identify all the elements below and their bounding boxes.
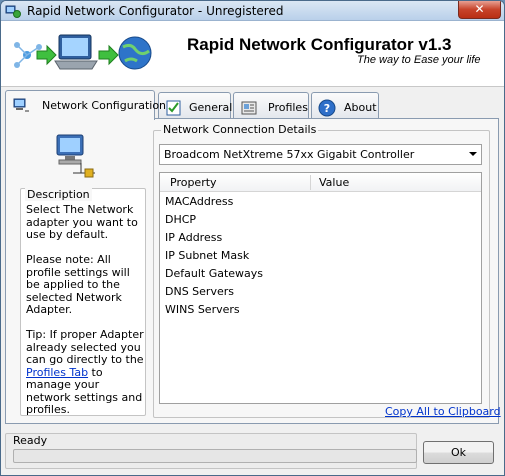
description-paragraph: Please note: All profile settings will b…: [26, 253, 130, 316]
profiles-tab-link[interactable]: Profiles Tab: [26, 366, 88, 379]
app-network-icon: [5, 5, 21, 18]
column-header-value[interactable]: Value: [319, 176, 349, 189]
help-icon: ?: [318, 99, 336, 117]
copy-all-link[interactable]: Copy All to Clipboard: [385, 405, 501, 418]
svg-text:?: ?: [324, 102, 330, 115]
column-separator[interactable]: [310, 175, 311, 190]
banner-subtitle: The way to Ease your life: [357, 54, 481, 66]
tab-general-label: General: [189, 101, 233, 114]
list-item[interactable]: IP Address: [165, 231, 222, 244]
network-adapter-icon: [13, 98, 29, 112]
ok-button[interactable]: Ok: [423, 441, 494, 464]
list-item[interactable]: MACAddress: [165, 195, 233, 208]
connection-details-legend: Network Connection Details: [161, 123, 319, 136]
tab-network-configuration[interactable]: Network Configuration: [5, 90, 166, 120]
properties-list[interactable]: Property Value MACAddress DHCP IP Addres…: [159, 172, 482, 404]
adapter-select[interactable]: Broadcom NetXtreme 57xx Gigabit Controll…: [159, 144, 482, 165]
list-item[interactable]: IP Subnet Mask: [165, 249, 249, 262]
column-header-property[interactable]: Property: [170, 176, 217, 189]
description-tip: Tip: If proper Adapter already selected …: [26, 328, 146, 417]
tab-profiles-label: Profiles: [268, 101, 308, 114]
description-legend: Description: [25, 188, 92, 201]
list-header: Property Value: [160, 173, 481, 192]
tip-text-before: Tip: If proper Adapter already selected …: [26, 328, 144, 366]
tab-profiles[interactable]: Profiles: [233, 92, 309, 120]
checklist-icon: [166, 100, 181, 116]
tab-about[interactable]: ? About: [311, 92, 379, 120]
close-button[interactable]: ✕: [458, 1, 501, 19]
adapter-selected-value: Broadcom NetXtreme 57xx Gigabit Controll…: [164, 148, 415, 161]
list-item[interactable]: Default Gateways: [165, 267, 263, 280]
list-item[interactable]: DHCP: [165, 213, 196, 226]
network-banner-icon: [14, 34, 152, 70]
profiles-icon: [241, 101, 257, 115]
status-text: Ready: [13, 434, 48, 447]
banner-title: Rapid Network Configurator v1.3: [187, 35, 452, 54]
chevron-down-icon[interactable]: [469, 152, 477, 156]
tab-network-configuration-label: Network Configuration: [42, 99, 167, 112]
title-bar[interactable]: Rapid Network Configurator - Unregistere…: [1, 1, 504, 21]
list-item[interactable]: WINS Servers: [165, 303, 240, 316]
list-item[interactable]: DNS Servers: [165, 285, 234, 298]
description-text: Select The Network adapter you want to u…: [26, 203, 146, 429]
network-computer-icon: [56, 134, 95, 178]
tab-general[interactable]: General: [158, 92, 233, 120]
progress-bar: [13, 449, 417, 463]
description-paragraph: Select The Network adapter you want to u…: [26, 203, 138, 241]
window-title: Rapid Network Configurator - Unregistere…: [27, 4, 284, 18]
app-banner: Rapid Network Configurator v1.3 The way …: [1, 21, 504, 87]
app-window: Rapid Network Configurator - Unregistere…: [0, 0, 505, 476]
tab-about-label: About: [344, 101, 377, 114]
